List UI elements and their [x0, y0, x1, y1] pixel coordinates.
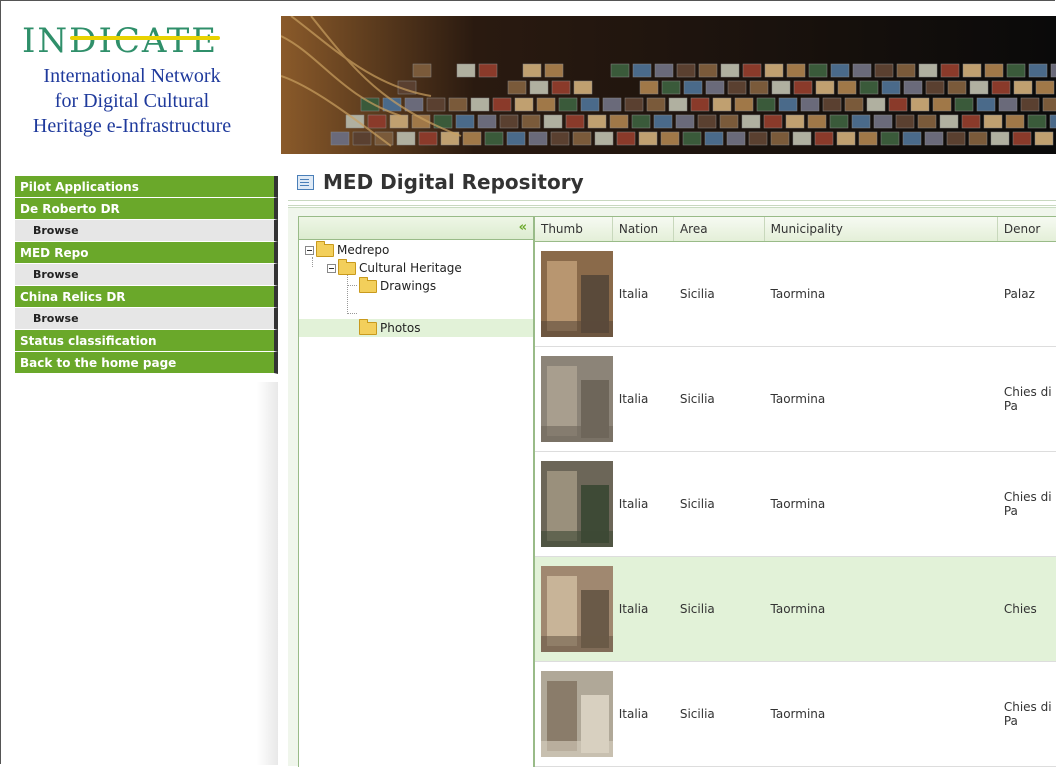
folder-open-icon: [338, 262, 356, 275]
tree-connector: [347, 285, 357, 286]
folder-icon: [359, 280, 377, 293]
folder-open-icon: [316, 244, 334, 257]
sidebar-subitem-browse[interactable]: Browse: [15, 264, 278, 286]
tree-node-label: Cultural Heritage: [359, 259, 462, 277]
cell-area: Sicilia: [674, 497, 765, 511]
column-header-area[interactable]: Area: [674, 217, 765, 241]
photo-thumbnail[interactable]: [541, 461, 613, 547]
sidebar-nav: Pilot Applications De Roberto DR Browse …: [15, 176, 278, 374]
cell-municipality: Taormina: [765, 287, 998, 301]
cell-thumb: [535, 461, 613, 547]
cell-nation: Italia: [613, 602, 674, 616]
cell-area: Sicilia: [674, 707, 765, 721]
cell-thumb: [535, 356, 613, 442]
sidebar-item-status-classification[interactable]: Status classification: [15, 330, 278, 352]
cell-area: Sicilia: [674, 287, 765, 301]
sidebar-item-pilot-applications[interactable]: Pilot Applications: [15, 176, 278, 198]
cell-nation: Italia: [613, 707, 674, 721]
collapse-panel-icon[interactable]: «: [519, 220, 527, 235]
table-row[interactable]: Italia Sicilia Taormina Chies di Pa: [535, 347, 1056, 452]
folder-tree-panel: « Medrepo Cultural Heritage Drawings Pho…: [298, 216, 534, 767]
cell-denomination: Palaz: [998, 287, 1056, 301]
grid-body: Italia Sicilia Taormina Palaz Italia Sicilia T…: [535, 242, 1056, 767]
tree-node-medrepo[interactable]: Medrepo: [305, 241, 389, 259]
table-row[interactable]: Italia Sicilia Taormina Palaz: [535, 242, 1056, 347]
folder-icon: [359, 322, 377, 335]
cell-municipality: Taormina: [765, 602, 998, 616]
tree-connector: [347, 313, 357, 314]
tree-panel-header: «: [299, 217, 533, 240]
cell-denomination: Chies: [998, 602, 1056, 616]
photo-thumbnail[interactable]: [541, 251, 613, 337]
cell-thumb: [535, 566, 613, 652]
header-banner-image: [281, 16, 1056, 154]
cell-area: Sicilia: [674, 602, 765, 616]
sidebar-subitem-browse[interactable]: Browse: [15, 220, 278, 242]
cell-municipality: Taormina: [765, 392, 998, 406]
tree-node-label: Drawings: [380, 277, 436, 295]
page-title: MED Digital Repository: [297, 170, 584, 194]
sidebar-item-china-relics-dr[interactable]: China Relics DR: [15, 286, 278, 308]
logo-subtitle-line: International Network: [22, 64, 242, 89]
table-row[interactable]: Italia Sicilia Taormina Chies: [535, 557, 1056, 662]
cell-nation: Italia: [613, 392, 674, 406]
title-divider: [288, 200, 1056, 206]
cell-municipality: Taormina: [765, 707, 998, 721]
column-header-nation[interactable]: Nation: [613, 217, 674, 241]
logo-wordmark: INDICATE: [22, 22, 252, 60]
cell-area: Sicilia: [674, 392, 765, 406]
photo-thumbnail[interactable]: [541, 671, 613, 757]
tree-connector: [347, 274, 348, 314]
cell-municipality: Taormina: [765, 497, 998, 511]
sidebar-background: [15, 382, 278, 765]
table-row[interactable]: Italia Sicilia Taormina Chies di Pa: [535, 452, 1056, 557]
grid-header: Thumb Nation Area Municipality Denor: [535, 217, 1056, 242]
logo-subtitle-line: Heritage e-Infrastructure: [22, 114, 242, 139]
collapse-node-icon[interactable]: [327, 264, 336, 273]
cell-denomination: Chies di Pa: [998, 385, 1056, 413]
list-icon: [297, 175, 314, 190]
sidebar-item-de-roberto-dr[interactable]: De Roberto DR: [15, 198, 278, 220]
cell-denomination: Chies di Pa: [998, 490, 1056, 518]
cell-thumb: [535, 251, 613, 337]
indicate-logo[interactable]: INDICATE International Network for Digit…: [22, 22, 252, 139]
sidebar-item-med-repo[interactable]: MED Repo: [15, 242, 278, 264]
collapse-node-icon[interactable]: [305, 246, 314, 255]
tree-node-label: Medrepo: [337, 241, 389, 259]
sidebar-item-back-home[interactable]: Back to the home page: [15, 352, 278, 374]
logo-subtitle-line: for Digital Cultural: [22, 89, 242, 114]
cell-thumb: [535, 671, 613, 757]
repository-panel: « Medrepo Cultural Heritage Drawings Pho…: [288, 207, 1056, 766]
column-header-thumb[interactable]: Thumb: [535, 217, 613, 241]
column-header-denomination[interactable]: Denor: [998, 217, 1056, 241]
cell-nation: Italia: [613, 497, 674, 511]
photo-thumbnail[interactable]: [541, 566, 613, 652]
photo-thumbnail[interactable]: [541, 356, 613, 442]
records-grid: Thumb Nation Area Municipality Denor Ita…: [534, 216, 1056, 767]
logo-subtitle: International Network for Digital Cultur…: [22, 64, 242, 139]
tree-node-photos[interactable]: Photos: [359, 319, 420, 337]
tree-node-label: Photos: [380, 319, 420, 337]
sidebar-subitem-browse[interactable]: Browse: [15, 308, 278, 330]
tree-node-drawings[interactable]: Drawings: [359, 277, 436, 295]
tree-node-cultural-heritage[interactable]: Cultural Heritage: [327, 259, 462, 277]
cell-denomination: Chies di Pa: [998, 700, 1056, 728]
page-title-text: MED Digital Repository: [323, 170, 584, 194]
cell-nation: Italia: [613, 287, 674, 301]
column-header-municipality[interactable]: Municipality: [765, 217, 998, 241]
table-row[interactable]: Italia Sicilia Taormina Chies di Pa: [535, 662, 1056, 767]
